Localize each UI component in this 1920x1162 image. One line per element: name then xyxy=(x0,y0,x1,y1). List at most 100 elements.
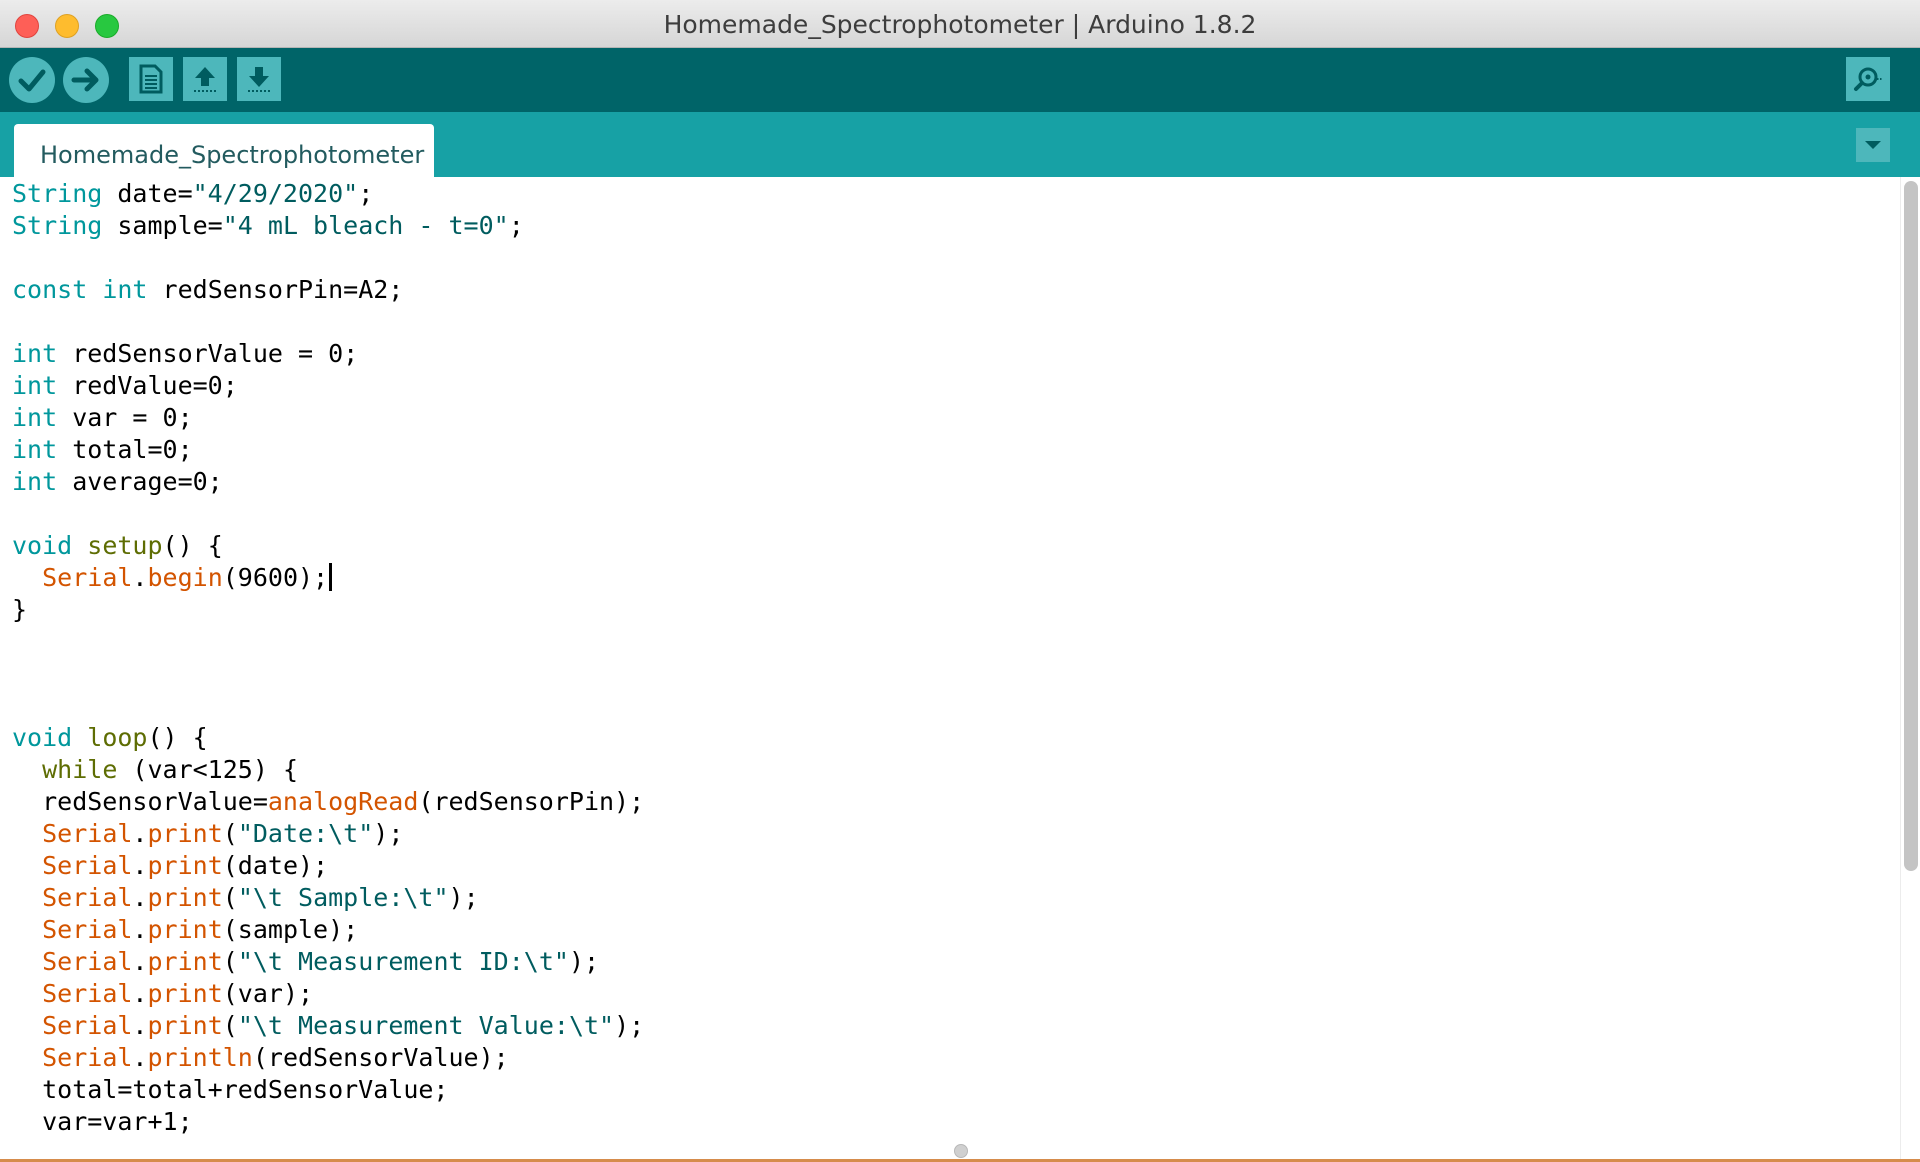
code-line[interactable]: Serial.println(redSensorValue); xyxy=(12,1042,644,1074)
document-icon xyxy=(139,64,163,94)
code-token: ); xyxy=(448,883,479,912)
code-line[interactable]: Serial.begin(9600); xyxy=(12,562,644,594)
serial-monitor-button[interactable] xyxy=(1846,57,1890,101)
code-token: (date); xyxy=(222,851,329,880)
code-token: ( xyxy=(222,883,238,912)
code-line[interactable] xyxy=(12,626,644,658)
code-line[interactable]: } xyxy=(12,594,644,626)
window-title: Homemade_Spectrophotometer | Arduino 1.8… xyxy=(663,10,1257,39)
code-line[interactable] xyxy=(12,242,644,274)
code-line[interactable]: Serial.print("\t Measurement ID:\t"); xyxy=(12,946,644,978)
code-token: (var); xyxy=(222,979,314,1008)
code-token: const xyxy=(12,275,88,304)
code-line[interactable] xyxy=(12,306,644,338)
code-token: Serial xyxy=(42,851,133,880)
code-token: "4 mL bleach - t=0" xyxy=(222,211,509,240)
code-line[interactable]: Serial.print("\t Sample:\t"); xyxy=(12,882,644,914)
scrollbar-thumb[interactable] xyxy=(1904,181,1918,871)
open-sketch-button[interactable] xyxy=(183,57,227,101)
code-line[interactable]: String sample="4 mL bleach - t=0"; xyxy=(12,210,644,242)
code-token: (redSensorValue); xyxy=(252,1043,509,1072)
code-token: loop xyxy=(87,723,148,752)
code-token: total=total+redSensorValue; xyxy=(12,1075,449,1104)
code-line[interactable]: int redSensorValue = 0; xyxy=(12,338,644,370)
code-token: print xyxy=(147,851,223,880)
code-editor[interactable]: String date="4/29/2020"; String sample="4… xyxy=(0,177,1900,1160)
code-token: var=var+1; xyxy=(12,1107,193,1136)
code-line[interactable]: int var = 0; xyxy=(12,402,644,434)
code-token: print xyxy=(147,1011,223,1040)
code-line[interactable]: int average=0; xyxy=(12,466,644,498)
code-token: "\t Measurement Value:\t" xyxy=(237,1011,615,1040)
code-line[interactable]: redSensorValue=analogRead(redSensorPin); xyxy=(12,786,644,818)
magnifier-icon xyxy=(1854,67,1883,91)
code-token: var = 0; xyxy=(57,403,193,432)
code-token: () { xyxy=(147,723,208,752)
tab-homemade-spectrophotometer[interactable]: Homemade_Spectrophotometer xyxy=(14,124,434,177)
code-token: int xyxy=(102,275,148,304)
code-line[interactable]: int redValue=0; xyxy=(12,370,644,402)
code-line[interactable]: const int redSensorPin=A2; xyxy=(12,274,644,306)
code-line[interactable]: Serial.print(var); xyxy=(12,978,644,1010)
code-token: void xyxy=(12,723,73,752)
code-token: date= xyxy=(102,179,193,208)
code-token: redSensorPin=A2; xyxy=(147,275,404,304)
code-token: "\t Sample:\t" xyxy=(237,883,449,912)
arrow-right-icon xyxy=(71,68,99,92)
code-token: print xyxy=(147,979,223,1008)
arrow-down-icon xyxy=(248,67,270,92)
divider-handle[interactable] xyxy=(954,1144,968,1158)
code-line[interactable]: Serial.print("Date:\t"); xyxy=(12,818,644,850)
code-line[interactable]: while (var<125) { xyxy=(12,754,644,786)
code-text[interactable]: String date="4/29/2020"; String sample="4… xyxy=(12,178,644,1138)
save-sketch-button[interactable] xyxy=(237,57,281,101)
code-line[interactable]: var=var+1; xyxy=(12,1106,644,1138)
code-token: redValue=0; xyxy=(57,371,238,400)
code-token: total=0; xyxy=(57,435,193,464)
code-line[interactable]: void loop() { xyxy=(12,722,644,754)
code-line[interactable]: total=total+redSensorValue; xyxy=(12,1074,644,1106)
code-line[interactable]: void setup() { xyxy=(12,530,644,562)
code-token: void xyxy=(12,531,73,560)
code-token: "4/29/2020" xyxy=(192,179,359,208)
tab-menu-button[interactable] xyxy=(1856,128,1890,162)
code-line[interactable]: Serial.print(date); xyxy=(12,850,644,882)
code-line[interactable]: int total=0; xyxy=(12,434,644,466)
code-line[interactable]: Serial.print(sample); xyxy=(12,914,644,946)
code-token: Serial xyxy=(42,1043,133,1072)
code-line[interactable] xyxy=(12,690,644,722)
code-token: print xyxy=(147,915,223,944)
code-line[interactable] xyxy=(12,658,644,690)
code-token: ); xyxy=(614,1011,645,1040)
title-bar[interactable]: Homemade_Spectrophotometer | Arduino 1.8… xyxy=(0,0,1920,48)
code-line[interactable] xyxy=(12,498,644,530)
code-line[interactable]: String date="4/29/2020"; xyxy=(12,178,644,210)
code-token: print xyxy=(147,819,223,848)
code-token: . xyxy=(132,1043,148,1072)
code-line[interactable]: Serial.print("\t Measurement Value:\t"); xyxy=(12,1010,644,1042)
code-token: String xyxy=(12,211,103,240)
code-token: ( xyxy=(222,1011,238,1040)
code-token: Serial xyxy=(42,947,133,976)
code-token: . xyxy=(132,979,148,1008)
code-token: ; xyxy=(508,211,524,240)
verify-button[interactable] xyxy=(9,57,55,103)
code-token: "\t Measurement ID:\t" xyxy=(237,947,569,976)
upload-button[interactable] xyxy=(63,57,109,103)
new-sketch-button[interactable] xyxy=(129,57,173,101)
code-token: int xyxy=(12,403,58,432)
code-token: while xyxy=(42,755,118,784)
code-token: ( xyxy=(222,819,238,848)
vertical-scrollbar[interactable] xyxy=(1900,177,1920,1160)
